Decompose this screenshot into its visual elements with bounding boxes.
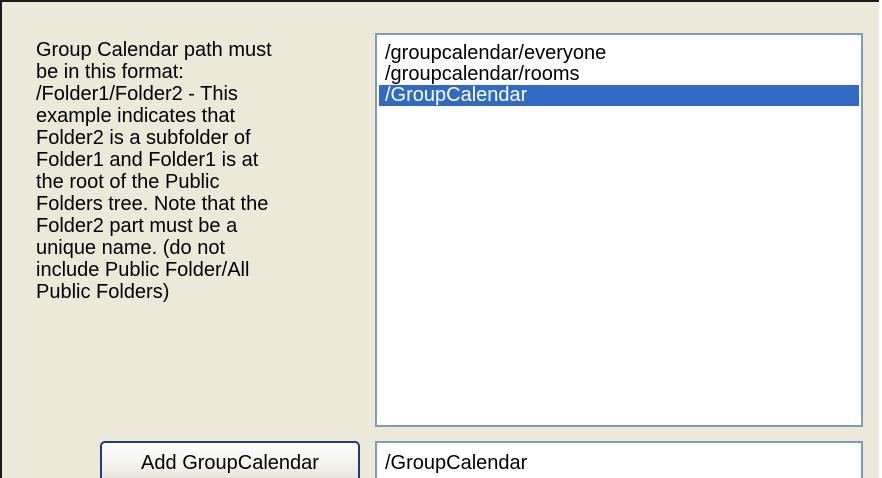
group-calendar-listbox[interactable]: /groupcalendar/everyone /groupcalendar/r… [375,33,863,427]
dialog-panel: Group Calendar path must be in this form… [0,0,879,478]
list-item-selected[interactable]: /GroupCalendar [379,85,859,106]
add-groupcalendar-button[interactable]: Add GroupCalendar [100,441,360,478]
list-item[interactable]: /groupcalendar/everyone [379,43,859,64]
list-item[interactable]: /groupcalendar/rooms [379,64,859,85]
group-calendar-path-input[interactable]: /GroupCalendar [375,441,863,478]
path-format-help-text: Group Calendar path must be in this form… [36,39,272,303]
